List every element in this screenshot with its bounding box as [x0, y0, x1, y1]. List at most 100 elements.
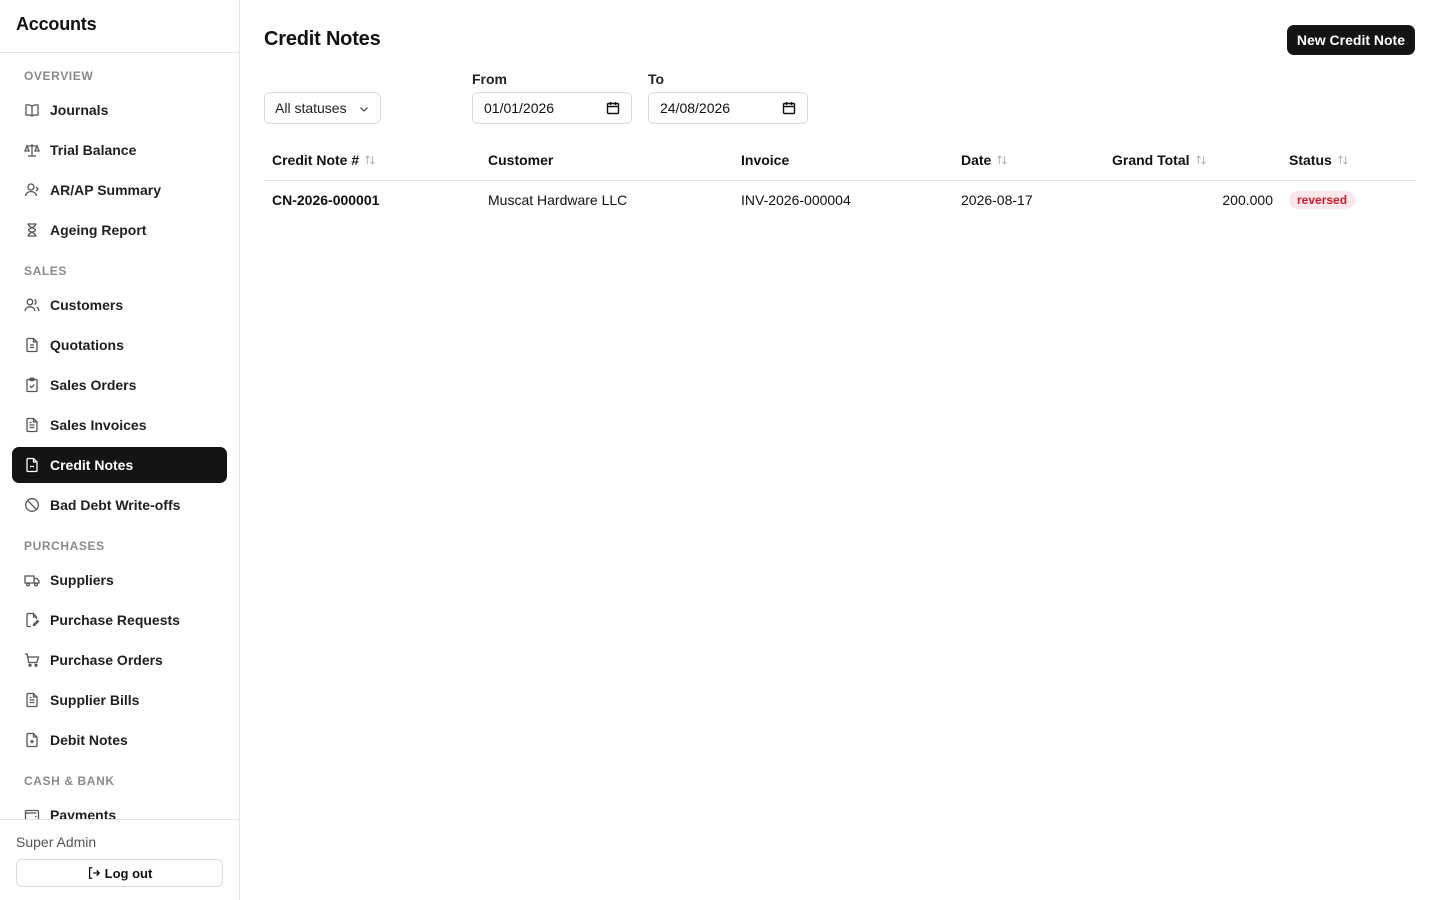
file-text-icon: [24, 692, 40, 708]
table-row[interactable]: CN-2026-000001 Muscat Hardware LLC INV-2…: [264, 181, 1416, 219]
sidebar-item-sales-invoices[interactable]: Sales Invoices: [12, 407, 227, 443]
current-user-name: Super Admin: [16, 834, 97, 850]
sidebar-item-label: Trial Balance: [50, 142, 137, 158]
sort-icon[interactable]: [1195, 154, 1207, 166]
sidebar-item-label: Debit Notes: [50, 732, 128, 748]
sidebar-nav: OVERVIEW Journals Trial Balance AR/AP Su…: [0, 53, 239, 819]
file-minus-icon: [24, 457, 40, 473]
sidebar-item-label: Payments: [50, 807, 117, 819]
column-header-customer: Customer: [480, 152, 733, 168]
column-header-date[interactable]: Date: [953, 152, 1104, 168]
page-title: Credit Notes: [264, 28, 381, 50]
cell-grand-total: 200.000: [1222, 192, 1273, 208]
sidebar-item-ageing-report[interactable]: Ageing Report: [12, 212, 227, 248]
sidebar-item-label: Suppliers: [50, 572, 114, 588]
sidebar-item-label: Bad Debt Write-offs: [50, 497, 181, 513]
sidebar-item-supplier-bills[interactable]: Supplier Bills: [12, 682, 227, 718]
column-header-invoice: Invoice: [733, 152, 953, 168]
book-icon: [24, 102, 40, 118]
sidebar-item-bad-debt-write-offs[interactable]: Bad Debt Write-offs: [12, 487, 227, 523]
sidebar-item-debit-notes[interactable]: Debit Notes: [12, 722, 227, 758]
sidebar-item-label: Sales Orders: [50, 377, 137, 393]
wallet-icon: [24, 807, 40, 819]
sidebar-item-label: Purchase Orders: [50, 652, 163, 668]
sort-icon[interactable]: [996, 154, 1008, 166]
file-text-icon: [24, 417, 40, 433]
hourglass-icon: [24, 222, 40, 238]
column-header-status[interactable]: Status: [1281, 152, 1416, 168]
to-date-input[interactable]: 24/08/2026: [648, 92, 808, 124]
column-label: Credit Note #: [272, 152, 360, 168]
sidebar-item-quotations[interactable]: Quotations: [12, 327, 227, 363]
credit-notes-table: Credit Note # Customer Invoice Date Gran…: [264, 140, 1416, 219]
to-date-value: 24/08/2026: [660, 100, 731, 116]
sidebar-item-label: Sales Invoices: [50, 417, 147, 433]
status-badge: reversed: [1289, 191, 1356, 209]
from-date-input[interactable]: 01/01/2026: [472, 92, 632, 124]
file-edit-icon: [24, 612, 40, 628]
sidebar-footer: Super Admin Log out: [0, 819, 239, 900]
section-label-cash-bank: CASH & BANK: [24, 774, 115, 788]
status-filter-select[interactable]: All statuses: [264, 92, 381, 124]
from-date-value: 01/01/2026: [484, 100, 555, 116]
sidebar-item-suppliers[interactable]: Suppliers: [12, 562, 227, 598]
sidebar-header: Accounts: [0, 0, 239, 53]
sidebar-item-journals[interactable]: Journals: [12, 92, 227, 128]
sidebar-item-purchase-orders[interactable]: Purchase Orders: [12, 642, 227, 678]
ban-icon: [24, 497, 40, 513]
column-label: Status: [1289, 152, 1332, 168]
column-label: Date: [961, 152, 992, 168]
sidebar-item-credit-notes[interactable]: Credit Notes: [12, 447, 227, 483]
sidebar-item-label: Journals: [50, 102, 109, 118]
sidebar-item-customers[interactable]: Customers: [12, 287, 227, 323]
section-label-overview: OVERVIEW: [24, 69, 94, 83]
sort-icon[interactable]: [1337, 154, 1349, 166]
document-list-icon: [24, 337, 40, 353]
calendar-icon[interactable]: [782, 101, 796, 115]
sidebar-item-trial-balance[interactable]: Trial Balance: [12, 132, 227, 168]
logout-button[interactable]: Log out: [16, 859, 223, 887]
file-plus-icon: [24, 732, 40, 748]
column-label: Grand Total: [1112, 152, 1190, 168]
sidebar-item-label: Credit Notes: [50, 457, 134, 473]
column-header-credit-note[interactable]: Credit Note #: [264, 152, 480, 168]
logout-icon: [87, 866, 101, 880]
app-title: Accounts: [16, 14, 97, 34]
cart-icon: [24, 652, 40, 668]
status-filter-value: All statuses: [275, 100, 347, 116]
sidebar: Accounts OVERVIEW Journals Trial Balance…: [0, 0, 240, 900]
section-label-sales: SALES: [24, 264, 68, 278]
table-header: Credit Note # Customer Invoice Date Gran…: [264, 140, 1416, 181]
logout-label: Log out: [104, 865, 153, 881]
column-header-grand-total[interactable]: Grand Total: [1104, 152, 1281, 168]
sidebar-item-label: AR/AP Summary: [50, 182, 162, 198]
sidebar-item-label: Ageing Report: [50, 222, 147, 238]
cell-credit-note-number[interactable]: CN-2026-000001: [264, 192, 480, 208]
scale-icon: [24, 142, 40, 158]
sidebar-item-label: Supplier Bills: [50, 692, 140, 708]
sidebar-item-payments[interactable]: Payments: [12, 797, 227, 819]
column-label: Customer: [488, 152, 554, 168]
to-date-label: To: [648, 71, 665, 87]
cell-date: 2026-08-17: [961, 192, 1033, 208]
new-credit-note-button[interactable]: New Credit Note: [1286, 25, 1415, 55]
sidebar-item-label: Customers: [50, 297, 124, 313]
column-label: Invoice: [741, 152, 790, 168]
calendar-icon[interactable]: [606, 101, 620, 115]
cell-status: reversed: [1281, 191, 1416, 209]
sort-icon[interactable]: [364, 154, 376, 166]
sidebar-item-label: Quotations: [50, 337, 124, 353]
user-icon: [24, 182, 40, 198]
clipboard-check-icon: [24, 377, 40, 393]
truck-icon: [24, 572, 40, 588]
sidebar-item-purchase-requests[interactable]: Purchase Requests: [12, 602, 227, 638]
users-icon: [24, 297, 40, 313]
sidebar-item-ar-ap-summary[interactable]: AR/AP Summary: [12, 172, 227, 208]
cell-invoice: INV-2026-000004: [741, 192, 851, 208]
cell-customer: Muscat Hardware LLC: [488, 192, 628, 208]
from-date-label: From: [472, 71, 507, 87]
sidebar-item-sales-orders[interactable]: Sales Orders: [12, 367, 227, 403]
chevron-down-icon: [358, 102, 370, 114]
sidebar-item-label: Purchase Requests: [50, 612, 180, 628]
section-label-purchases: PURCHASES: [24, 539, 105, 553]
